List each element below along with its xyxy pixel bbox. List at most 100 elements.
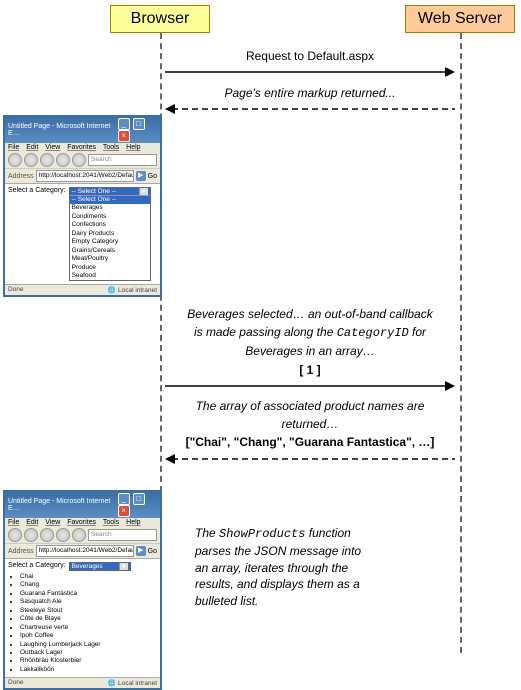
lifeline-server (460, 33, 462, 653)
close-icon[interactable]: × (118, 130, 130, 142)
dropdown-value: Beverages (72, 563, 103, 570)
list-item: Laughing Lumberjack Lager (20, 641, 157, 649)
go-button[interactable]: ▶ (136, 546, 146, 556)
go-label: Go (148, 548, 157, 555)
list-item: Rhönbräu Klosterbier (20, 657, 157, 665)
back-icon[interactable] (8, 528, 22, 542)
toolbar: Search (5, 152, 160, 169)
arrow-left-dashed (165, 453, 455, 465)
menubar: File Edit View Favorites Tools Help (5, 518, 160, 527)
forward-icon[interactable] (24, 153, 38, 167)
dropdown-option[interactable]: Dairy Products (70, 230, 150, 238)
note-line: results, and displays them as a (195, 576, 445, 593)
maximize-icon[interactable]: □ (133, 493, 145, 505)
stop-icon[interactable] (40, 528, 54, 542)
note-line: The ShowProducts function (195, 525, 445, 543)
menu-favorites[interactable]: Favorites (67, 144, 96, 151)
sequence-diagram: Browser Web Server Request to Default.as… (0, 0, 521, 673)
dropdown-option[interactable]: Confections (70, 221, 150, 229)
menu-file[interactable]: File (8, 519, 19, 526)
dropdown-option[interactable]: Meat/Poultry (70, 255, 150, 263)
go-label: Go (148, 173, 157, 180)
security-zone: Local intranet (108, 286, 157, 294)
page-content: Select a Category: Beverages ▾ Chai Chan… (5, 559, 160, 677)
home-icon[interactable] (72, 528, 86, 542)
page-content: Select a Category: -- Select One -- ▾ --… (5, 184, 160, 284)
address-input[interactable]: http://localhost:2041/Web2/Default.aspx (36, 170, 134, 182)
address-label: Address (8, 548, 34, 555)
msg-payload: [ 1 ] (165, 362, 455, 378)
msg-response-markup: Page's entire markup returned... (165, 85, 455, 115)
msg-label: Page's entire markup returned... (165, 85, 455, 101)
close-icon[interactable]: × (118, 505, 130, 517)
list-item: Outback Lager (20, 649, 157, 657)
menu-tools[interactable]: Tools (103, 519, 119, 526)
category-dropdown[interactable]: -- Select One -- ▾ -- Select One -- Beve… (69, 187, 151, 281)
chevron-down-icon[interactable]: ▾ (119, 563, 128, 570)
msg-label-line1: The array of associated product names ar… (165, 398, 455, 414)
menu-view[interactable]: View (45, 144, 60, 151)
note-line: an array, iterates through the (195, 560, 445, 577)
list-item: Côte de Blaye (20, 615, 157, 623)
refresh-icon[interactable] (56, 153, 70, 167)
menu-view[interactable]: View (45, 519, 60, 526)
menu-edit[interactable]: Edit (26, 519, 38, 526)
maximize-icon[interactable]: □ (133, 118, 145, 130)
minimize-icon[interactable]: _ (118, 118, 130, 130)
dropdown-selection: Beverages ▾ (70, 563, 130, 570)
home-icon[interactable] (72, 153, 86, 167)
address-label: Address (8, 173, 34, 180)
menu-tools[interactable]: Tools (103, 144, 119, 151)
minimize-icon[interactable]: _ (118, 493, 130, 505)
msg-label-line1: Beverages selected… an out-of-band callb… (165, 306, 455, 322)
msg-label-line2: is made passing along the CategoryID for (165, 324, 455, 341)
dropdown-options: -- Select One -- Beverages Condiments Co… (70, 195, 150, 280)
menubar: File Edit View Favorites Tools Help (5, 143, 160, 152)
window-buttons: _ □ × (117, 493, 157, 517)
list-item: Chai (20, 573, 157, 581)
dropdown-option[interactable]: Grains/Cereals (70, 247, 150, 255)
dropdown-option[interactable]: Beverages (70, 204, 150, 212)
dropdown-option[interactable]: -- Select One -- (70, 196, 150, 204)
chevron-down-icon[interactable]: ▾ (139, 188, 148, 195)
category-label: Select a Category: (8, 562, 66, 569)
dropdown-option[interactable]: Condiments (70, 213, 150, 221)
category-dropdown[interactable]: Beverages ▾ (69, 562, 131, 571)
window-buttons: _ □ × (117, 118, 157, 142)
product-list: Chai Chang Guaraná Fantástica Sasquatch … (20, 573, 157, 674)
toolbar-search-input[interactable]: Search (88, 529, 157, 541)
address-bar: Address http://localhost:2041/Web2/Defau… (5, 169, 160, 184)
mini-browser-product-list: Untitled Page - Microsoft Internet E… _ … (3, 490, 162, 690)
dropdown-option[interactable]: Produce (70, 264, 150, 272)
status-bar: Done Local intranet (5, 284, 160, 295)
window-title: Untitled Page - Microsoft Internet E… (8, 123, 117, 137)
list-item: Steeleye Stout (20, 607, 157, 615)
msg-callback-response: The array of associated product names ar… (165, 398, 455, 465)
status-bar: Done Local intranet (5, 677, 160, 688)
arrow-right-solid (165, 66, 455, 78)
toolbar-search-input[interactable]: Search (88, 154, 157, 166)
address-input[interactable]: http://localhost:2041/Web2/Default.aspx (36, 545, 134, 557)
menu-help[interactable]: Help (126, 144, 140, 151)
status-text: Done (8, 286, 24, 294)
menu-edit[interactable]: Edit (26, 144, 38, 151)
menu-favorites[interactable]: Favorites (67, 519, 96, 526)
explanation-note: The ShowProducts function parses the JSO… (195, 525, 445, 610)
menu-help[interactable]: Help (126, 519, 140, 526)
msg-label-line2: returned… (165, 416, 455, 432)
list-item: Ipoh Coffee (20, 632, 157, 640)
dropdown-option[interactable]: Seafood (70, 272, 150, 280)
actor-browser: Browser (110, 5, 210, 33)
back-icon[interactable] (8, 153, 22, 167)
stop-icon[interactable] (40, 153, 54, 167)
mini-browser-dropdown-open: Untitled Page - Microsoft Internet E… _ … (3, 115, 162, 297)
menu-file[interactable]: File (8, 144, 19, 151)
go-button[interactable]: ▶ (136, 171, 146, 181)
titlebar: Untitled Page - Microsoft Internet E… _ … (5, 492, 160, 518)
msg-label-line3: Beverages in an array… (165, 343, 455, 359)
msg-label: Request to Default.aspx (165, 48, 455, 64)
forward-icon[interactable] (24, 528, 38, 542)
dropdown-option[interactable]: Empty Category (70, 238, 150, 246)
refresh-icon[interactable] (56, 528, 70, 542)
toolbar: Search (5, 527, 160, 544)
